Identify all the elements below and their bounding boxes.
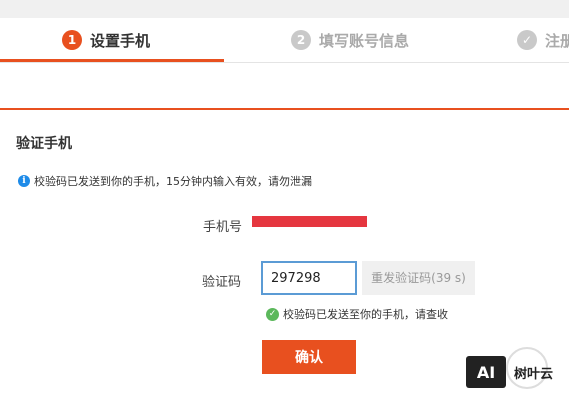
code-sent-message: ✓ 校验码已发送至你的手机，请查收 [266,306,448,322]
confirm-button[interactable]: 确认 [262,340,356,374]
check-icon: ✓ [517,30,537,50]
watermark-text: 树叶云 [514,366,554,382]
step-number-badge: 2 [291,30,311,50]
resend-code-button[interactable]: 重发验证码(39 s) [362,261,475,295]
step-number-badge: 1 [62,30,82,50]
check-icon: ✓ [266,307,279,321]
watermark-logo: AI [466,356,506,388]
phone-label: 手机号 [203,220,243,235]
step-set-phone: 1 设置手机 [62,18,150,62]
sent-text: 校验码已发送至你的手机，请查收 [283,308,448,321]
step-account-info: 2 填写账号信息 [291,18,409,62]
verification-code-input[interactable] [261,261,357,295]
active-step-indicator [0,59,224,62]
step-label: 注册 [545,31,569,50]
divider [0,108,569,110]
code-label: 验证码 [202,275,242,290]
info-icon: i [18,175,30,187]
step-bar: 1 设置手机 2 填写账号信息 ✓ 注册 [0,18,569,63]
notice-text: 校验码已发送到你的手机，15分钟内输入有效，请勿泄漏 [34,175,312,188]
phone-number-redacted [252,216,367,227]
step-label: 填写账号信息 [319,31,410,50]
watermark: AI 树叶云 [466,356,553,388]
top-strip [0,0,569,18]
page-title: 验证手机 [16,136,72,152]
step-register: ✓ 注册 [517,18,569,62]
info-notice: i 校验码已发送到你的手机，15分钟内输入有效，请勿泄漏 [18,173,312,189]
step-label: 设置手机 [90,31,151,50]
